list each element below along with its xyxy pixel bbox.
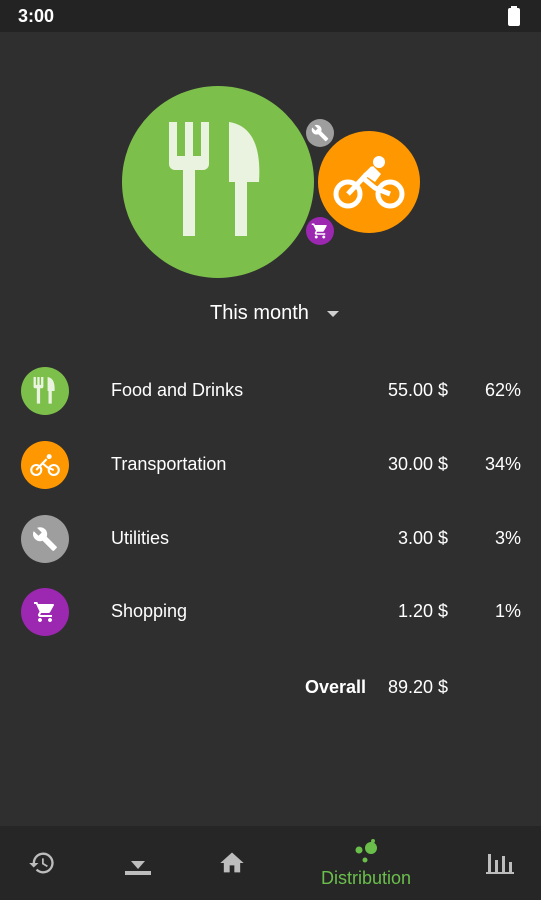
fork-knife-icon (21, 367, 69, 415)
category-name: Shopping (111, 601, 188, 621)
distribution-icon (355, 838, 377, 862)
status-time: 3:00 (18, 6, 55, 26)
utilities-bubble[interactable] (306, 119, 334, 147)
overall-row: Overall 89.20 $ (0, 674, 541, 704)
category-name: Utilities (111, 528, 170, 548)
transport-bubble[interactable] (318, 131, 420, 233)
overall-label: Overall (304, 677, 366, 697)
wrench-icon (311, 124, 329, 142)
category-name: Food and Drinks (111, 380, 244, 400)
nav-history[interactable] (18, 826, 66, 900)
wrench-icon (21, 515, 69, 563)
category-row-food[interactable]: Food and Drinks 55.00 $ 62% (0, 361, 541, 421)
nav-statistics[interactable] (476, 826, 524, 900)
category-row-shopping[interactable]: Shopping 1.20 $ 1% (0, 582, 541, 642)
nav-import[interactable] (114, 826, 162, 900)
home-icon (220, 852, 244, 873)
category-percent: 34% (484, 454, 521, 474)
period-label: This month (210, 301, 309, 324)
period-selector[interactable]: This month (210, 298, 339, 328)
category-amount: 3.00 $ (397, 528, 448, 548)
battery-icon (507, 6, 521, 31)
category-percent: 1% (494, 601, 521, 621)
bottom-nav: Distribution (0, 826, 541, 900)
cart-icon (21, 588, 69, 636)
fork-knife-icon (169, 122, 260, 236)
category-percent: 62% (484, 380, 521, 400)
overall-amount: 89.20 $ (387, 677, 448, 697)
category-amount: 55.00 $ (387, 380, 448, 400)
category-name: Transportation (111, 454, 227, 474)
nav-home[interactable] (208, 826, 256, 900)
bicycle-icon (333, 156, 405, 209)
category-percent: 3% (494, 528, 521, 548)
category-row-transportation[interactable]: Transportation 30.00 $ 34% (0, 435, 541, 495)
category-amount: 30.00 $ (387, 454, 448, 474)
history-icon (29, 852, 54, 874)
cart-icon (311, 223, 327, 239)
category-amount: 1.20 $ (397, 601, 448, 621)
bar-chart-icon (486, 854, 514, 874)
status-bar: 3:00 (0, 0, 541, 32)
nav-distribution[interactable]: Distribution (306, 826, 426, 900)
import-icon (125, 861, 151, 875)
food-bubble[interactable] (122, 86, 314, 278)
nav-distribution-label: Distribution (320, 867, 412, 888)
shopping-bubble[interactable] (306, 217, 334, 245)
dropdown-caret-icon (326, 311, 339, 317)
category-row-utilities[interactable]: Utilities 3.00 $ 3% (0, 509, 541, 569)
bicycle-icon (21, 441, 69, 489)
